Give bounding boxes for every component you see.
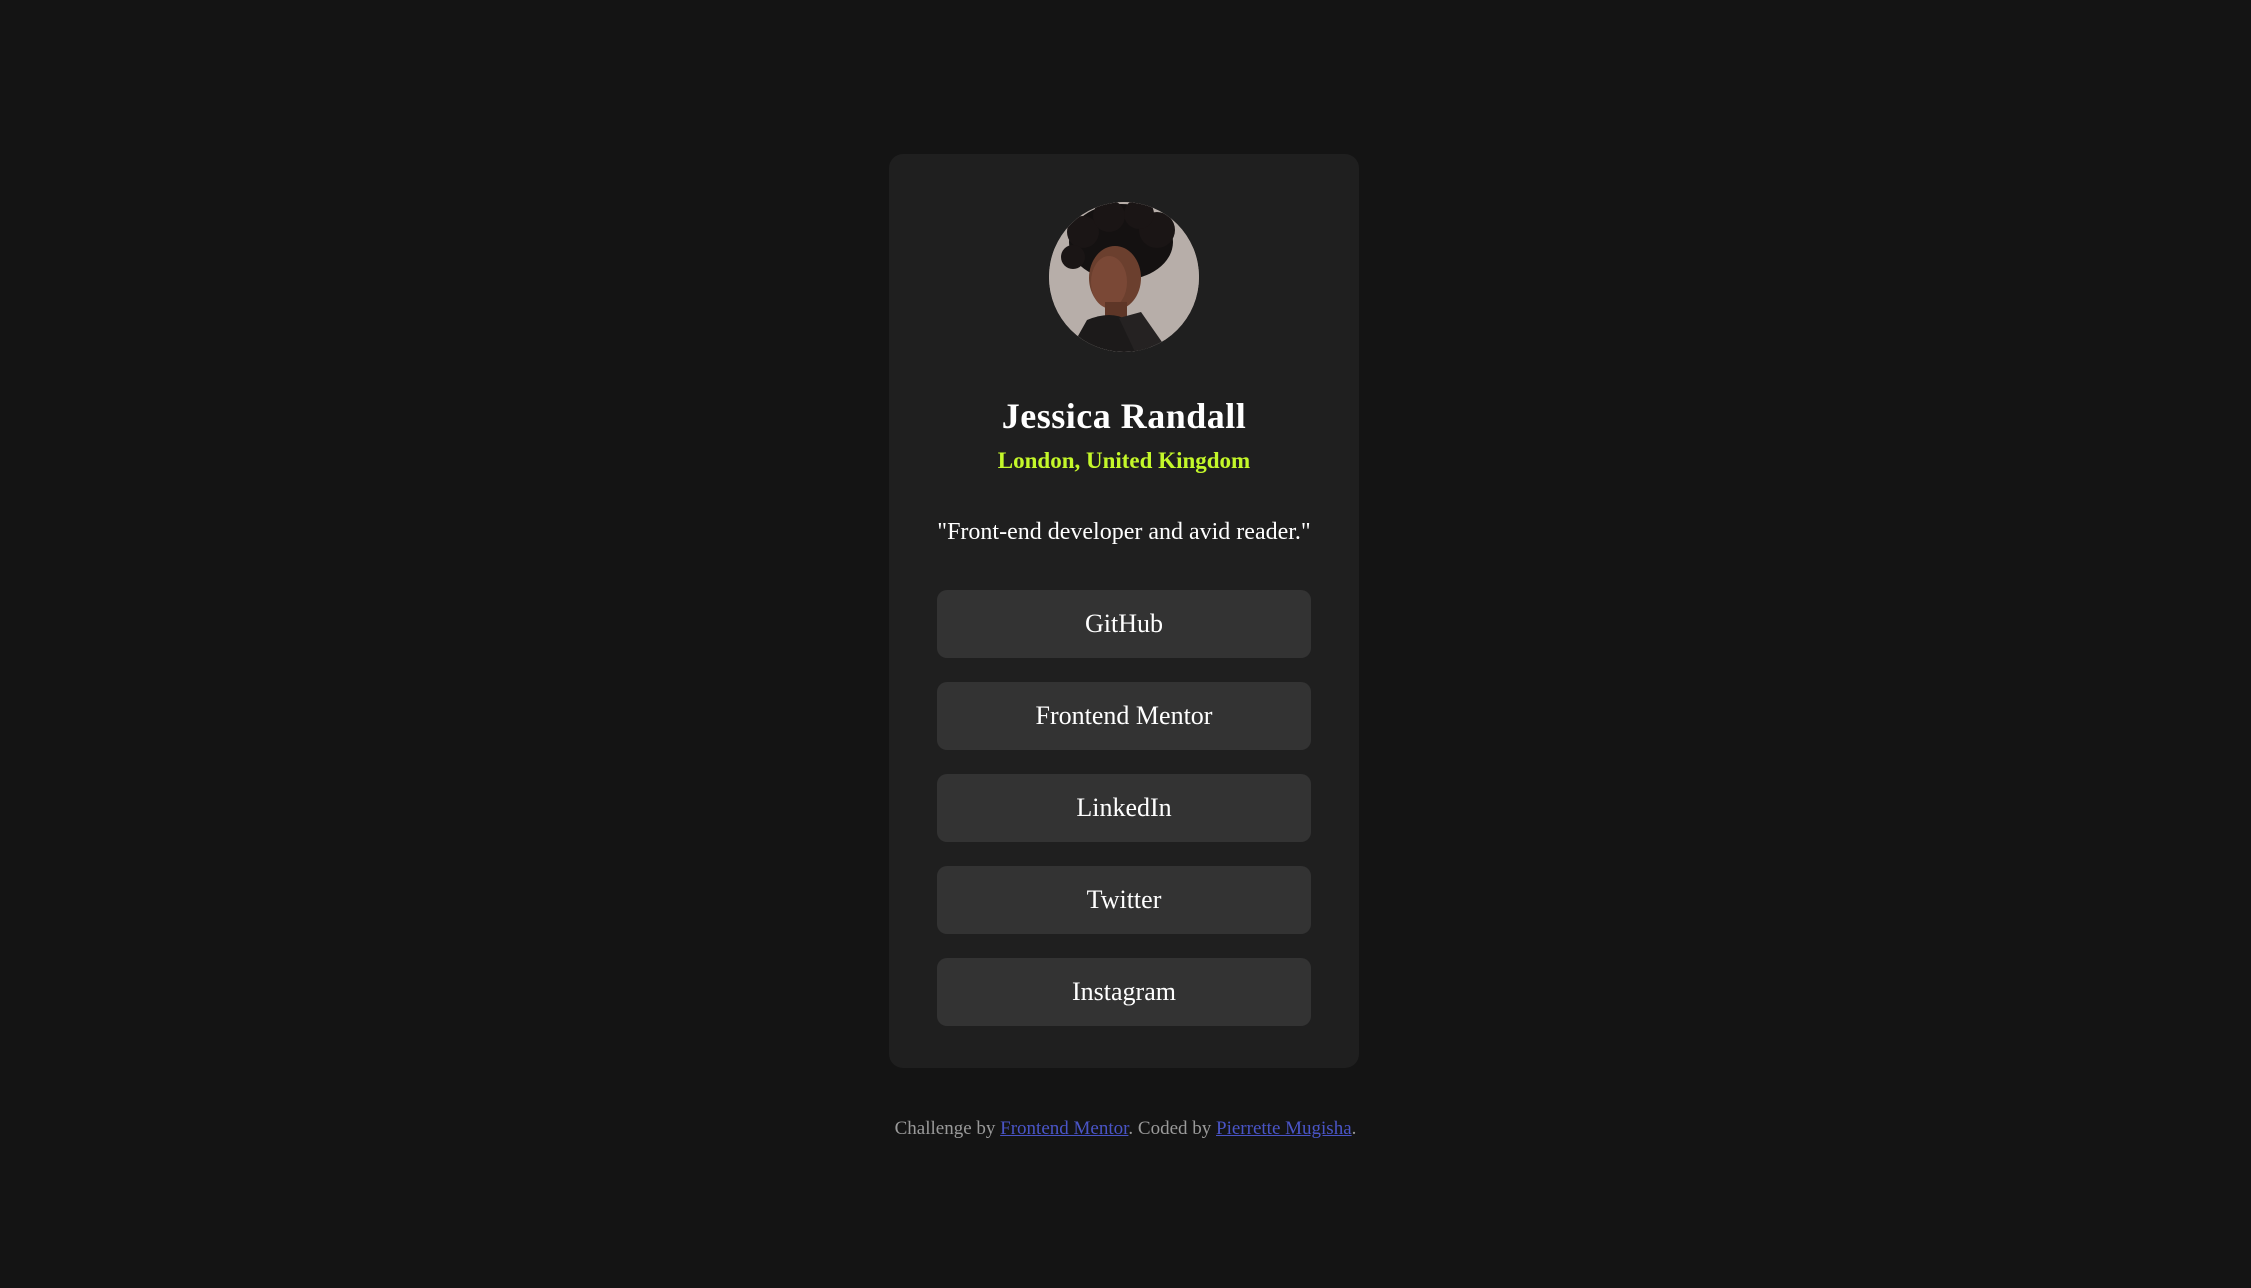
linkedin-link-button[interactable]: LinkedIn <box>937 774 1311 842</box>
footer-suffix: . <box>1351 1118 1357 1139</box>
profile-location: London, United Kingdom <box>997 448 1251 473</box>
avatar-photo-icon <box>1049 202 1199 352</box>
frontend-mentor-credit-link[interactable]: Frontend Mentor <box>1000 1118 1128 1139</box>
avatar <box>1049 202 1199 352</box>
profile-name: Jessica Randall <box>1001 396 1247 436</box>
profile-card: Jessica Randall London, United Kingdom "… <box>889 154 1359 1068</box>
footer-middle: . Coded by <box>1128 1118 1217 1139</box>
profile-bio: "Front-end developer and avid reader." <box>937 519 1311 545</box>
social-links-list: GitHub Frontend Mentor LinkedIn Twitter … <box>937 590 1311 1050</box>
twitter-link-button[interactable]: Twitter <box>937 866 1311 934</box>
frontend-mentor-link-button[interactable]: Frontend Mentor <box>937 682 1311 750</box>
author-credit-link[interactable]: Pierrette Mugisha <box>1216 1118 1352 1139</box>
instagram-link-button[interactable]: Instagram <box>937 958 1311 1026</box>
attribution-footer: Challenge by Frontend Mentor. Coded by P… <box>0 1116 2251 1142</box>
footer-prefix: Challenge by <box>894 1118 1001 1139</box>
github-link-button[interactable]: GitHub <box>937 590 1311 658</box>
